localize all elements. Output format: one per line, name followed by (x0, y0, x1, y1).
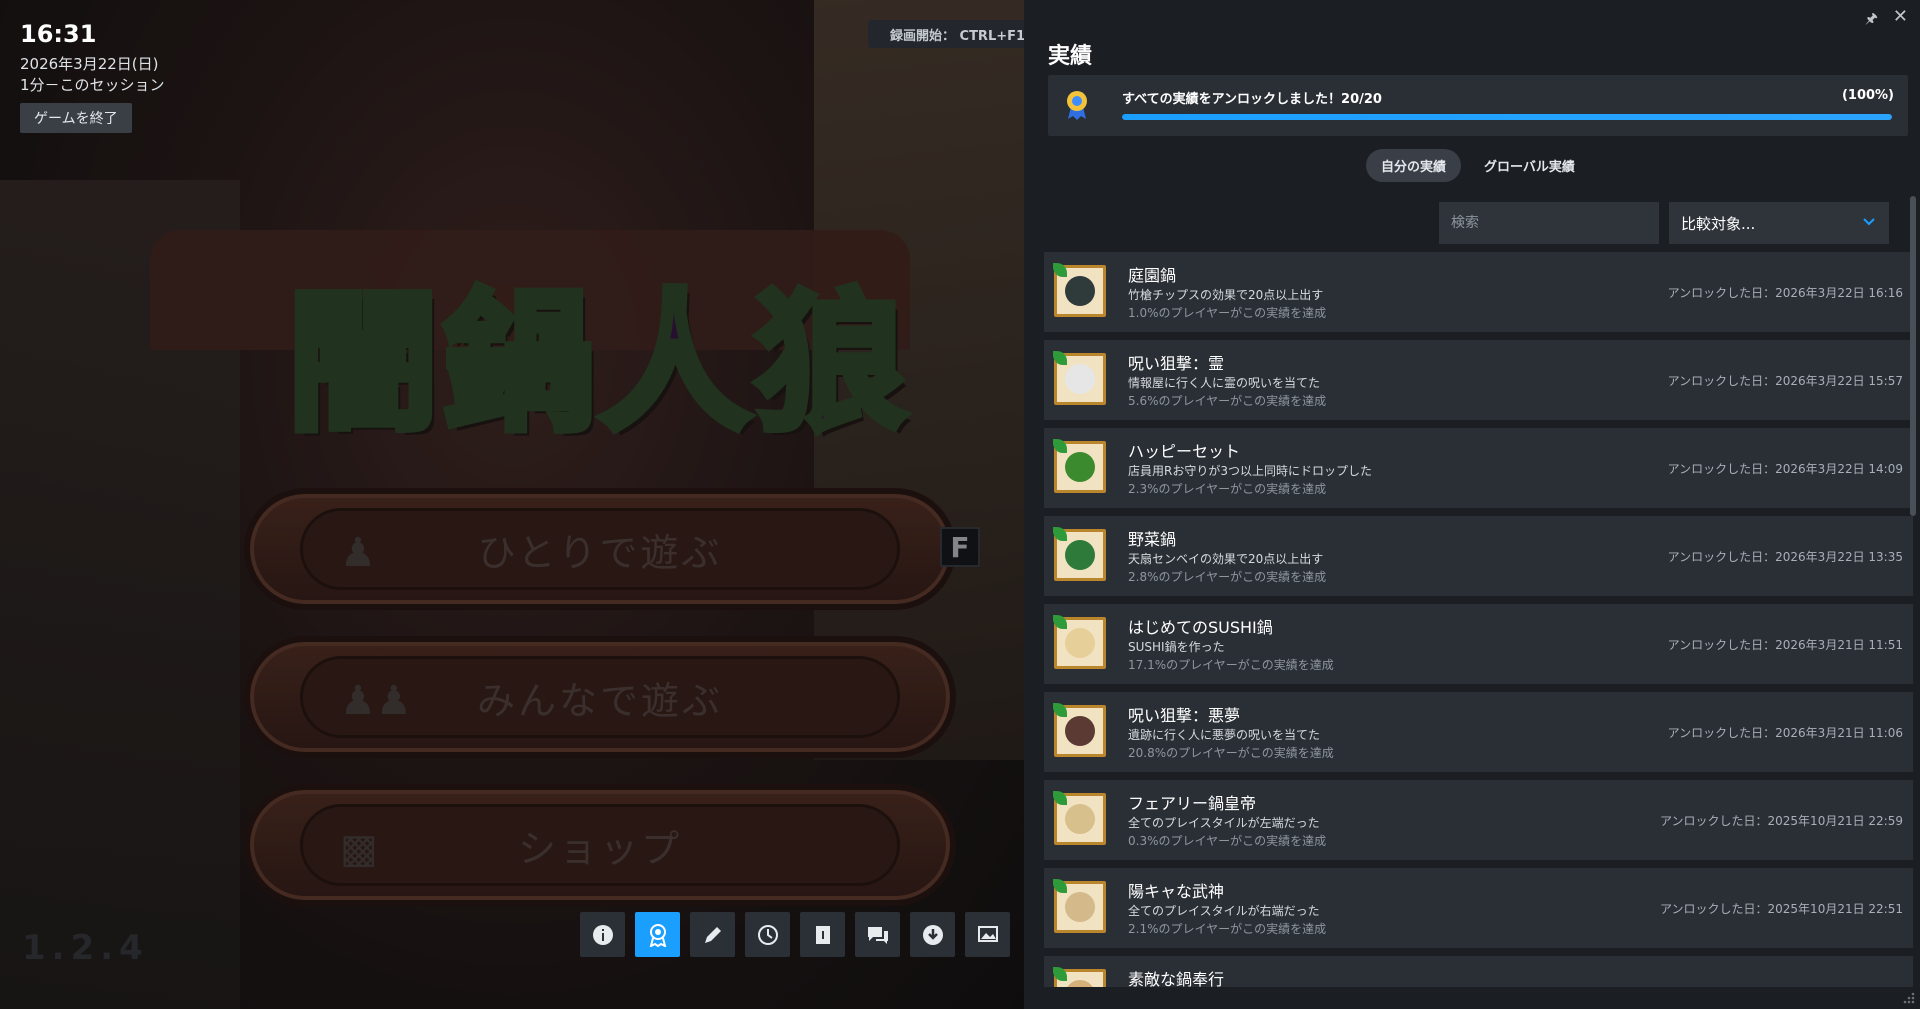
clock-icon[interactable] (745, 912, 790, 957)
achievement-name: 庭園鍋 (1128, 266, 1177, 285)
achievement-unlock-date: アンロックした日：2026年3月22日 14:09 (1667, 462, 1903, 476)
chat-icon[interactable] (855, 912, 900, 957)
achievement-global-percent: 17.1%のプレイヤーがこの実績を達成 (1128, 658, 1334, 672)
achievement-row[interactable]: 呪い狙撃：霊情報屋に行く人に霊の呪いを当てた 5.6%のプレイヤーがこの実績を達成… (1044, 340, 1913, 420)
scrollbar[interactable] (1910, 196, 1916, 516)
achievement-badge-icon (1053, 615, 1106, 669)
leaf-icon (1053, 879, 1067, 893)
achievement-badge-icon (1053, 351, 1106, 405)
achievement-list: 庭園鍋 竹槍チップスの効果で20点以上出す 1.0%のプレイヤーがこの実績を達成 アン… (1044, 252, 1913, 987)
search-input[interactable] (1439, 202, 1659, 244)
achievement-global-percent: 5.6%のプレイヤーがこの実績を達成 (1128, 394, 1327, 408)
leaf-icon (1053, 703, 1067, 717)
achievement-unlock-date: アンロックした日：2026年3月21日 11:06 (1667, 726, 1903, 740)
achievement-global-percent: 2.1%のプレイヤーがこの実績を達成 (1128, 922, 1327, 936)
achievement-badge-icon (1053, 967, 1106, 987)
progress-text: すべての実績をアンロックしました！20/20 (1122, 92, 1382, 107)
achievement-row[interactable]: 呪い狙撃：悪夢遺跡に行く人に悪夢の呪いを当てた 20.8%のプレイヤーがこの実績を… (1044, 692, 1913, 772)
achievement-description: 天扇センベイの効果で20点以上出す (1128, 552, 1324, 566)
progress-fill (1122, 114, 1892, 120)
achievement-name: フェアリー鍋皇帝 (1128, 794, 1257, 813)
progress-percent: (100%) (1841, 88, 1894, 103)
achievement-global-percent: 1.0%のプレイヤーがこの実績を達成 (1128, 306, 1327, 320)
achievement-badge-icon (1053, 527, 1106, 581)
achievement-row[interactable]: はじめてのSUSHI鍋 SUSHI鍋を作った 17.1%のプレイヤーがこの実績を達成… (1044, 604, 1913, 684)
achievement-badge-icon (1053, 791, 1106, 845)
compare-dropdown[interactable]: 比較対象... (1669, 202, 1889, 244)
achievement-name: 陽キャな武神 (1128, 882, 1225, 901)
achievement-description: 全てのプレイスタイルが右端だった (1128, 904, 1320, 918)
clock: 16:31 (20, 20, 97, 48)
exit-game-button[interactable]: ゲームを終了 (20, 103, 132, 133)
achievement-row[interactable]: フェアリー鍋皇帝全てのプレイスタイルが左端だった 0.3%のプレイヤーがこの実績を… (1044, 780, 1913, 860)
guide-icon[interactable] (800, 912, 845, 957)
leaf-icon (1053, 527, 1067, 541)
session-time: 1分－このセッション (20, 76, 165, 94)
resize-grip-icon[interactable] (1902, 991, 1916, 1005)
achievement-name: 呪い狙撃：悪夢 (1128, 706, 1241, 725)
achievement-badge-icon (1053, 703, 1106, 757)
chevron-down-icon (1863, 218, 1875, 226)
pin-icon[interactable]: 🖈 (1865, 8, 1878, 32)
achievement-unlock-date: アンロックした日：2026年3月22日 16:16 (1667, 286, 1903, 300)
achievement-global-percent: 20.8%のプレイヤーがこの実績を達成 (1128, 746, 1334, 760)
achievement-row[interactable]: ハッピーセット店員用Rお守りが3つ以上同時にドロップした 2.3%のプレイヤーがこ… (1044, 428, 1913, 508)
overlay-toolbar (580, 912, 1010, 957)
achievement-row[interactable]: 庭園鍋竹槍チップスの効果で20点以上出す 1.0%のプレイヤーがこの実績を達成 アン… (1044, 252, 1913, 332)
achievement-global-percent: 2.8%のプレイヤーがこの実績を達成 (1128, 570, 1327, 584)
leaf-icon (1053, 791, 1067, 805)
achievement-global-percent: 0.3%のプレイヤーがこの実績を達成 (1128, 834, 1327, 848)
achievement-tabs: 自分の実績 グローバル実績 (1366, 149, 1590, 182)
date: 2026年3月22日(日) (20, 55, 159, 73)
achievement-badge-icon (1053, 263, 1106, 317)
achievement-badge-icon (1053, 439, 1106, 493)
achievement-row[interactable]: 陽キャな武神全てのプレイスタイルが右端だった 2.1%のプレイヤーがこの実績を達成… (1044, 868, 1913, 948)
achievement-description: 遺跡に行く人に悪夢の呪いを当てた (1128, 728, 1321, 742)
leaf-icon (1053, 967, 1067, 981)
tab-my-achievements[interactable]: 自分の実績 (1366, 149, 1462, 182)
screenshot-icon[interactable] (965, 912, 1010, 957)
achievement-name: 呪い狙撃：霊 (1128, 354, 1225, 373)
close-icon[interactable]: ✕ (1893, 6, 1908, 27)
achievement-name: はじめてのSUSHI鍋 (1128, 618, 1273, 637)
achievement-description: SUSHI鍋を作った (1128, 640, 1225, 654)
pencil-icon[interactable] (690, 912, 735, 957)
leaf-icon (1053, 615, 1067, 629)
achievements-icon[interactable] (635, 912, 680, 957)
achievement-row[interactable]: 野菜鍋天扇センベイの効果で20点以上出す 2.8%のプレイヤーがこの実績を達成 アン… (1044, 516, 1913, 596)
medal-icon (1067, 91, 1087, 120)
achievement-name: 野菜鍋 (1128, 530, 1177, 549)
progress-bar (1122, 114, 1892, 120)
achievement-unlock-date: アンロックした日：2026年3月22日 13:35 (1667, 550, 1903, 564)
leaf-icon (1053, 439, 1067, 453)
achievement-name: 素敵な鍋奉行 (1128, 970, 1225, 987)
achievement-progress: すべての実績をアンロックしました！20/20 (100%) (1048, 75, 1908, 136)
achievement-unlock-date: アンロックした日：2025年10月21日 22:59 (1660, 814, 1903, 828)
game-screen: 闇鍋人狼 ♟ ひとりで遊ぶ ♟♟ みんなで遊ぶ ▩ ショップ F 1.2.4 (0, 0, 1024, 1009)
achievement-unlock-date: アンロックした日：2025年10月21日 22:51 (1660, 902, 1903, 916)
overlay-dim (0, 0, 1024, 1009)
leaf-icon (1053, 351, 1067, 365)
download-icon[interactable] (910, 912, 955, 957)
compare-label: 比較対象... (1681, 214, 1756, 233)
achievement-description: 情報屋に行く人に霊の呪いを当てた (1128, 376, 1321, 390)
achievement-description: 全てのプレイスタイルが左端だった (1128, 816, 1320, 830)
info-icon[interactable] (580, 912, 625, 957)
achievement-global-percent: 2.3%のプレイヤーがこの実績を達成 (1128, 482, 1327, 496)
achievement-description: 店員用Rお守りが3つ以上同時にドロップした (1128, 464, 1372, 478)
tab-global-achievements[interactable]: グローバル実績 (1469, 149, 1590, 182)
achievements-panel: 実績 🖈 ✕ すべての実績をアンロックしました！20/20 (100%) 自分の… (1024, 0, 1920, 1009)
achievement-unlock-date: アンロックした日：2026年3月22日 15:57 (1667, 374, 1903, 388)
achievement-row[interactable]: 素敵な鍋奉行 (1044, 956, 1913, 987)
achievement-unlock-date: アンロックした日：2026年3月21日 11:51 (1667, 638, 1903, 652)
achievement-description: 竹槍チップスの効果で20点以上出す (1128, 288, 1324, 302)
achievement-badge-icon (1053, 879, 1106, 933)
achievement-name: ハッピーセット (1128, 442, 1241, 461)
leaf-icon (1053, 263, 1067, 277)
panel-title: 実績 (1048, 44, 1093, 69)
record-hint: 録画開始： CTRL+F11 (868, 20, 1028, 48)
